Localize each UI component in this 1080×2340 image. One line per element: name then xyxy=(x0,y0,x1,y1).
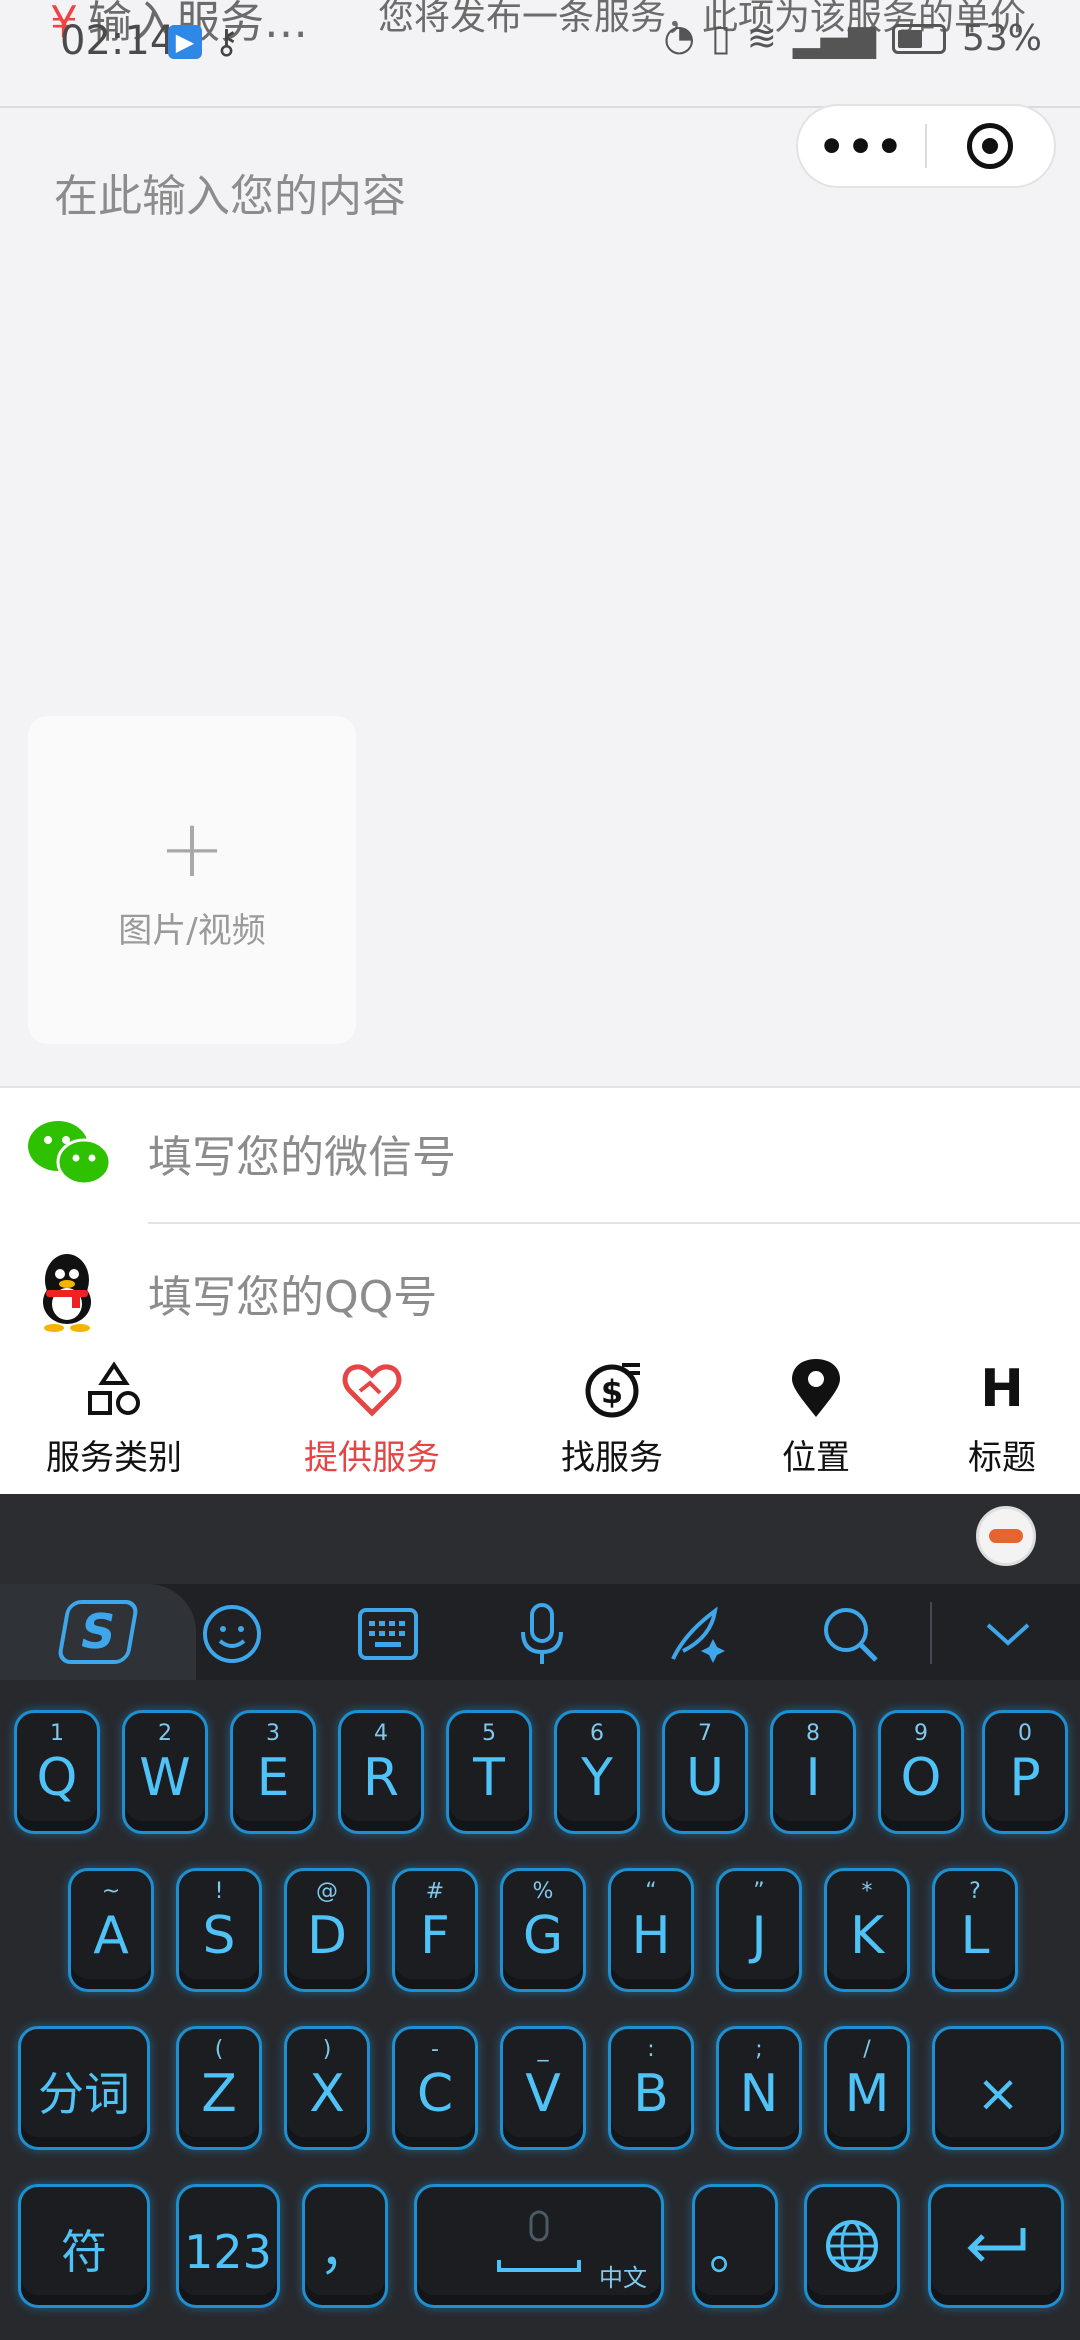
wechat-row: 填写您的微信号 xyxy=(0,1088,1080,1218)
key-comma[interactable]: ， xyxy=(302,2184,388,2308)
battery-percent: 53% xyxy=(961,18,1042,59)
tab-service-category[interactable]: 服务类别 xyxy=(34,1346,194,1496)
location-pin-icon xyxy=(790,1356,842,1422)
enter-arrow-icon xyxy=(967,2228,1026,2262)
upload-label: 图片/视频 xyxy=(118,910,266,951)
key-a[interactable]: ~ A xyxy=(68,1868,154,1992)
upload-media-button[interactable]: + 图片/视频 xyxy=(28,716,356,1044)
vibrate-icon: ▯ xyxy=(710,18,731,59)
status-time: 02:14 xyxy=(60,18,176,64)
wifi-icon: ≋ xyxy=(746,18,777,59)
svg-text:$: $ xyxy=(601,1373,623,1411)
dollar-coin-icon: $ xyxy=(582,1356,642,1422)
top-bar: ¥ 输入服务… 您将发布一条服务，此项为该服务的单价 02:14 ▶ ⚷ ◔ ▯ … xyxy=(0,0,1080,108)
key-r[interactable]: 4R xyxy=(338,1710,424,1834)
space-key[interactable]: 中文 xyxy=(414,2184,664,2308)
miniprogram-capsule: ••• xyxy=(796,104,1056,188)
heart-handshake-icon xyxy=(342,1356,402,1422)
key-h[interactable]: “H xyxy=(608,1868,694,1992)
shapes-icon xyxy=(86,1356,142,1422)
globe-icon xyxy=(826,2220,878,2272)
toolbar-divider xyxy=(930,1602,932,1664)
key-numbers[interactable]: 123 xyxy=(176,2184,280,2308)
key-k[interactable]: * K xyxy=(824,1868,910,1992)
key-t[interactable]: 5T xyxy=(446,1710,532,1834)
key-i[interactable]: 8I xyxy=(770,1710,856,1834)
key-x[interactable]: ) X xyxy=(284,2026,370,2150)
enter-key[interactable] xyxy=(928,2184,1064,2308)
wechat-field[interactable]: 填写您的微信号 xyxy=(148,1121,456,1185)
bottom-toolbar: 服务类别 提供服务 $ 找服务 位置 H 标题 xyxy=(0,1346,1080,1496)
tab-location[interactable]: 位置 xyxy=(736,1346,896,1496)
key-g[interactable]: % G xyxy=(500,1868,586,1992)
key-u[interactable]: 7U xyxy=(662,1710,748,1834)
more-menu-icon[interactable]: ••• xyxy=(798,122,925,171)
hide-keyboard-chevron-icon[interactable] xyxy=(976,1602,1040,1666)
keyboard-top-strip xyxy=(0,1494,1080,1584)
signal-icon: ▂▄▆ xyxy=(792,18,876,59)
emoji-icon[interactable] xyxy=(200,1602,264,1666)
qq-field[interactable]: 填写您的QQ号 xyxy=(148,1261,437,1325)
plus-icon: + xyxy=(158,801,226,895)
soft-keyboard: S 1Q 2W 3E 4R 5T 6Y 7U 8I 9O 0P ~ A ! S … xyxy=(0,1494,1080,2340)
voice-input-icon[interactable] xyxy=(510,1602,574,1666)
tab-provide-service[interactable]: 提供服务 xyxy=(292,1346,452,1496)
keyboard-layout-icon[interactable] xyxy=(356,1602,420,1666)
handwriting-icon[interactable] xyxy=(664,1602,728,1666)
sogou-logo-button[interactable]: S xyxy=(0,1584,196,1680)
key-symbols[interactable]: 符 xyxy=(18,2184,150,2308)
close-miniprogram-button[interactable] xyxy=(927,123,1054,169)
key-f[interactable]: # F xyxy=(392,1868,478,1992)
qq-row: 填写您的QQ号 xyxy=(0,1228,1080,1358)
key-fenci[interactable]: 分词 xyxy=(18,2026,150,2150)
heading-icon: H xyxy=(980,1359,1024,1419)
key-s[interactable]: ! S xyxy=(176,1868,262,1992)
target-icon xyxy=(967,123,1014,169)
key-n[interactable]: ; N xyxy=(716,2026,802,2150)
contact-divider xyxy=(148,1222,1080,1224)
key-p[interactable]: 0P xyxy=(982,1710,1068,1834)
alarm-icon: ◔ xyxy=(663,18,695,59)
keyboard-toolbar: S xyxy=(0,1584,1080,1680)
key-c[interactable]: -C xyxy=(392,2026,478,2150)
space-mic-icon xyxy=(497,2210,581,2272)
keyboard-keys: 1Q 2W 3E 4R 5T 6Y 7U 8I 9O 0P ~ A ! S @ D #… xyxy=(0,1680,1080,2340)
key-icon: ⚷ xyxy=(214,22,239,62)
key-v[interactable]: _ V xyxy=(500,2026,586,2150)
key-y[interactable]: 6Y xyxy=(554,1710,640,1834)
key-z[interactable]: (Z xyxy=(176,2026,262,2150)
tab-find-service[interactable]: $ 找服务 xyxy=(532,1346,692,1496)
battery-icon xyxy=(891,23,946,54)
language-globe-key[interactable] xyxy=(804,2184,900,2308)
key-l[interactable]: ? L xyxy=(932,1868,1018,1992)
key-w[interactable]: 2W xyxy=(122,1710,208,1834)
key-m[interactable]: / M xyxy=(824,2026,910,2150)
qq-icon xyxy=(43,1254,91,1332)
key-j[interactable]: ” J xyxy=(716,1868,802,1992)
key-d[interactable]: @ D xyxy=(284,1868,370,1992)
search-icon[interactable] xyxy=(818,1602,882,1666)
key-b[interactable]: :B xyxy=(608,2026,694,2150)
key-o[interactable]: 9O xyxy=(878,1710,964,1834)
key-e[interactable]: 3E xyxy=(230,1710,316,1834)
key-period[interactable]: 。 xyxy=(692,2184,778,2308)
navigation-app-icon: ▶ xyxy=(168,25,202,59)
delete-key[interactable]: × xyxy=(932,2026,1064,2150)
tab-title[interactable]: H 标题 xyxy=(922,1346,1080,1496)
key-q[interactable]: 1Q xyxy=(14,1710,100,1834)
content-textarea[interactable]: 在此输入您的内容 xyxy=(54,160,406,224)
wechat-icon xyxy=(28,1121,112,1186)
keyboard-mascot-icon[interactable] xyxy=(976,1506,1036,1566)
sogou-logo-icon: S xyxy=(56,1600,140,1664)
